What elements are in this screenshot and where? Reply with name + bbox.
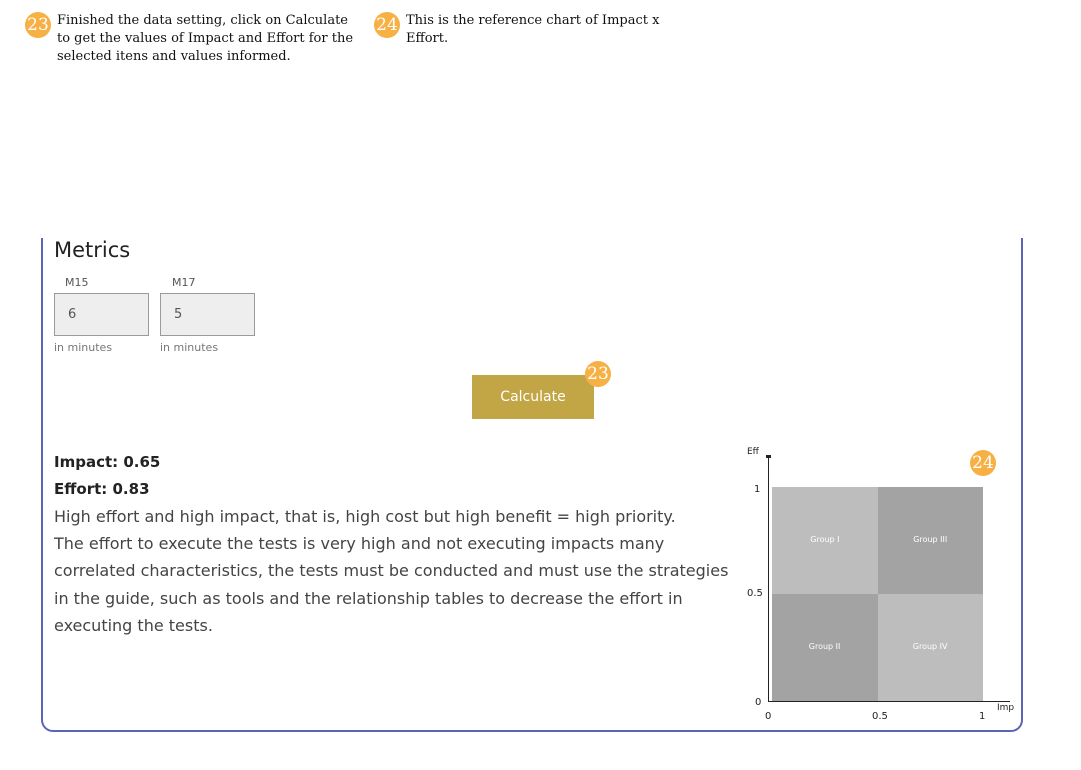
step-23-note: Finished the data setting, click on Calc… [57, 12, 367, 66]
x-tick-label: 0.5 [872, 711, 888, 722]
x-tick-label: 1 [979, 711, 986, 722]
step-badge-23: 23 [25, 12, 51, 38]
step-badge-24: 24 [374, 12, 400, 38]
chart-quadrant-label: Group IV [912, 641, 948, 651]
impact-result: Impact: 0.65 [54, 453, 161, 471]
result-description-line: in the guide, such as tools and the rela… [54, 589, 683, 608]
chart-quadrant-label: Group II [808, 641, 841, 651]
x-tick-label: 0 [765, 711, 772, 722]
y-tick-label: 0 [755, 697, 762, 708]
chart-quadrant-label: Group I [810, 534, 840, 544]
step-badge-23-marker: 23 [585, 361, 611, 387]
m17-hint: in minutes [160, 341, 219, 354]
effort-result: Effort: 0.83 [54, 480, 150, 498]
y-tick-label: 0.5 [747, 588, 763, 599]
metrics-title: Metrics [54, 238, 131, 262]
chart-quadrant-label: Group III [913, 534, 948, 544]
m17-label: M17 [172, 276, 196, 289]
step-23-line: selected itens and values informed. [57, 49, 291, 64]
step-23-line: to get the values of Impact and Effort f… [57, 31, 354, 46]
m15-input[interactable]: 6 [54, 293, 149, 336]
x-axis-line [768, 701, 1010, 702]
m17-input[interactable]: 5 [160, 293, 255, 336]
step-badge-24-marker: 24 [970, 450, 996, 476]
step-23-line: Finished the data setting, click on Calc… [57, 13, 348, 28]
x-axis-label: Imp [997, 703, 1015, 713]
result-description-line: The effort to execute the tests is very … [54, 534, 665, 553]
calculate-button[interactable]: Calculate [472, 375, 594, 419]
y-axis-arrow [766, 455, 771, 458]
step-24-line: Effort. [406, 31, 449, 46]
result-description-line: correlated characteristics, the tests mu… [54, 561, 729, 580]
m15-label: M15 [65, 276, 89, 289]
m15-hint: in minutes [54, 341, 113, 354]
result-description-line: High effort and high impact, that is, hi… [54, 507, 676, 526]
result-description-line: executing the tests. [54, 616, 213, 635]
step-24-note: This is the reference chart of Impact x … [406, 12, 706, 48]
step-24-line: This is the reference chart of Impact x [406, 13, 660, 28]
y-tick-label: 1 [754, 484, 761, 495]
y-axis-label: Eff [747, 447, 759, 457]
y-axis-line [768, 458, 769, 702]
